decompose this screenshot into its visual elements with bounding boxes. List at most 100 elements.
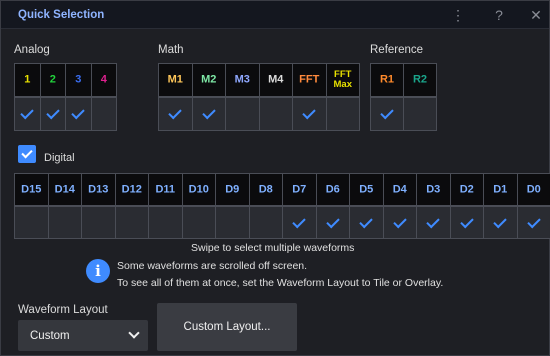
digital-label: D8 [258,183,273,195]
digital-select-d12[interactable]: D12 [114,173,149,206]
digital-label: Digital [44,152,75,164]
digital-label: D15 [21,183,42,195]
math-toggle[interactable] [325,97,360,131]
digital-label: D11 [155,183,176,195]
analog-select-3[interactable]: 3 [65,63,92,97]
digital-select-d11[interactable]: D11 [148,173,183,206]
digital-select-d3[interactable]: D3 [416,173,451,206]
checkmark-icon [46,105,60,120]
digital-label: D10 [188,183,209,195]
digital-toggle[interactable] [349,206,384,239]
analog-toggle[interactable] [65,97,92,131]
analog-label: 4 [100,73,107,86]
help-icon[interactable]: ? [489,5,509,25]
digital-select-d7[interactable]: D7 [282,173,317,206]
digital-toggle[interactable] [416,206,451,239]
analog-select-1[interactable]: 1 [14,63,41,97]
digital-toggle[interactable] [449,206,484,239]
checkmark-icon [393,214,407,228]
close-icon[interactable]: ✕ [526,5,546,25]
digital-toggle[interactable] [483,206,518,239]
chevron-down-icon [128,327,140,339]
checkmark-icon [21,147,33,159]
checkmark-icon [20,105,34,120]
checkmark-icon [359,214,373,228]
swipe-hint: Swipe to select multiple waveforms [191,242,355,254]
digital-label: D1 [493,183,508,195]
digital-toggle[interactable] [215,206,250,239]
title-bar: Quick Selection ⋮ ? ✕ [1,1,549,29]
digital-toggle[interactable] [81,206,116,239]
digital-label: D9 [225,183,240,195]
math-toggle[interactable] [191,97,226,131]
reference-toggle[interactable] [403,97,437,131]
analog-label: Analog [14,44,50,56]
checkmark-icon [326,214,340,228]
digital-select-d10[interactable]: D10 [181,173,216,206]
math-select-fft-max[interactable]: FFT Max [325,63,360,97]
digital-toggle[interactable] [114,206,149,239]
math-label: FFT [299,73,320,86]
analog-select-4[interactable]: 4 [90,63,117,97]
reference-label: Reference [370,44,424,56]
digital-select-d8[interactable]: D8 [248,173,283,206]
analog-toggle[interactable] [90,97,117,131]
digital-checkbox[interactable] [18,145,36,163]
digital-select-d6[interactable]: D6 [315,173,350,206]
digital-label: D12 [121,183,142,195]
reference-select-r1[interactable]: R1 [370,63,404,97]
math-label: M2 [201,73,217,86]
digital-label: D5 [359,183,374,195]
reference-select-r2[interactable]: R2 [403,63,437,97]
math-select-fft[interactable]: FFT [292,63,327,97]
checkmark-icon [202,105,216,120]
digital-select-d1[interactable]: D1 [483,173,518,206]
analog-toggle[interactable] [39,97,66,131]
digital-toggle[interactable] [148,206,183,239]
waveform-layout-dropdown[interactable]: Custom [18,320,148,351]
analog-select-2[interactable]: 2 [39,63,66,97]
digital-select-d13[interactable]: D13 [81,173,116,206]
math-select-m1[interactable]: M1 [158,63,193,97]
checkmark-icon [426,214,440,228]
math-toggle[interactable] [258,97,293,131]
checkmark-icon [527,214,541,228]
math-label: FFT Max [333,69,352,90]
digital-toggle[interactable] [382,206,417,239]
digital-select-d2[interactable]: D2 [449,173,484,206]
digital-label: D14 [54,183,75,195]
dialog-title: Quick Selection [18,9,105,21]
digital-label: D13 [88,183,109,195]
math-toggle[interactable] [158,97,193,131]
digital-select-d4[interactable]: D4 [382,173,417,206]
digital-toggle[interactable] [47,206,82,239]
scrolled-hint: Some waveforms are scrolled off screen. [117,260,308,272]
digital-select-d9[interactable]: D9 [215,173,250,206]
digital-label: D0 [526,183,541,195]
math-toggle[interactable] [225,97,260,131]
digital-toggle[interactable] [315,206,350,239]
checkmark-icon [292,214,306,228]
math-label: M3 [234,73,250,86]
digital-select-d5[interactable]: D5 [349,173,384,206]
digital-select-d0[interactable]: D0 [516,173,550,206]
math-select-m3[interactable]: M3 [225,63,260,97]
digital-select-d14[interactable]: D14 [47,173,82,206]
checkmark-icon [460,214,474,228]
reference-toggle[interactable] [370,97,404,131]
digital-toggle[interactable] [282,206,317,239]
waveform-layout-label: Waveform Layout [18,304,108,316]
kebab-menu-icon[interactable]: ⋮ [448,5,468,25]
waveform-layout-value: Custom [30,330,70,342]
digital-toggle[interactable] [14,206,49,239]
digital-toggle[interactable] [248,206,283,239]
math-select-m2[interactable]: M2 [191,63,226,97]
analog-toggle[interactable] [14,97,41,131]
math-toggle[interactable] [292,97,327,131]
math-select-m4[interactable]: M4 [258,63,293,97]
reference-label: R2 [412,73,428,86]
digital-select-d15[interactable]: D15 [14,173,49,206]
digital-toggle[interactable] [181,206,216,239]
custom-layout-button[interactable]: Custom Layout... [157,303,297,351]
digital-toggle[interactable] [516,206,550,239]
